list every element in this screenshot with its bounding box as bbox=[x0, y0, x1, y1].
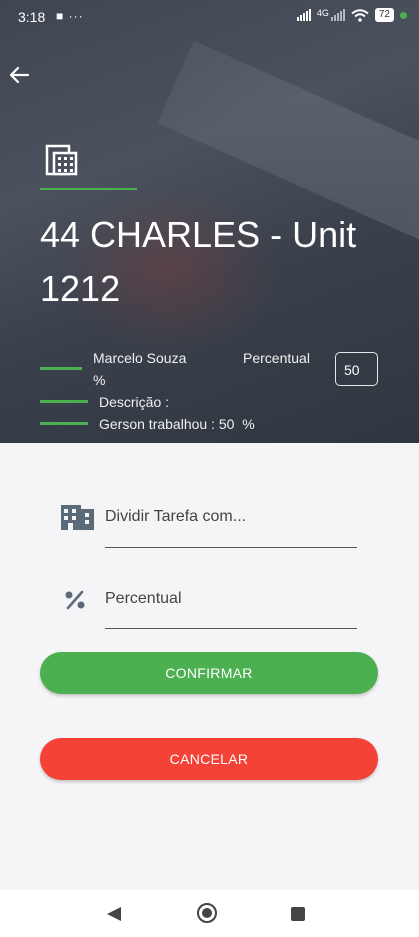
cancel-button[interactable]: CANCELAR bbox=[40, 738, 378, 780]
percent-input[interactable]: Percentual bbox=[105, 590, 182, 608]
percent-label: Percentual bbox=[243, 350, 310, 366]
percent-symbol: % bbox=[93, 372, 106, 388]
system-nav-bar bbox=[0, 890, 419, 937]
percent-icon bbox=[65, 590, 85, 610]
status-time: 3:18 bbox=[18, 9, 46, 25]
percent-value-box: 50 bbox=[335, 352, 378, 386]
split-task-field[interactable]: Dividir Tarefa com... bbox=[105, 508, 246, 526]
worker-name: Marcelo Souza bbox=[93, 350, 187, 366]
worked-summary: Gerson trabalhou : 50 % bbox=[99, 416, 255, 432]
building-icon bbox=[45, 144, 78, 176]
network-label: 4G bbox=[316, 8, 329, 18]
nav-home-icon[interactable] bbox=[197, 903, 217, 923]
notification-icons: ■ ··· bbox=[56, 9, 84, 23]
info-divider bbox=[40, 400, 88, 403]
status-right-icons: 4G 72 bbox=[296, 8, 407, 22]
confirm-button[interactable]: CONFIRMAR bbox=[40, 652, 378, 694]
wifi-icon bbox=[351, 8, 369, 22]
nav-recents-icon[interactable] bbox=[291, 907, 305, 921]
status-bar: 3:18 ■ ··· 4G 72 bbox=[0, 0, 419, 34]
back-arrow-icon[interactable] bbox=[6, 62, 32, 88]
description-label: Descrição : bbox=[99, 394, 170, 410]
header-hero: 3:18 ■ ··· 4G 72 44 CHARLES - Unit 1212 … bbox=[0, 0, 419, 443]
info-divider bbox=[40, 367, 82, 370]
battery-icon: 72 bbox=[374, 8, 394, 22]
page-title: 44 CHARLES - Unit 1212 bbox=[40, 214, 357, 309]
signal-icon bbox=[296, 9, 311, 21]
recording-dot-icon bbox=[400, 11, 407, 19]
company-icon bbox=[61, 505, 94, 530]
signal-icon-2 bbox=[330, 9, 345, 21]
info-divider bbox=[40, 422, 88, 425]
percent-underline bbox=[105, 628, 357, 629]
title-underline bbox=[40, 188, 137, 190]
nav-back-icon[interactable] bbox=[107, 907, 121, 921]
split-task-underline bbox=[105, 547, 357, 548]
